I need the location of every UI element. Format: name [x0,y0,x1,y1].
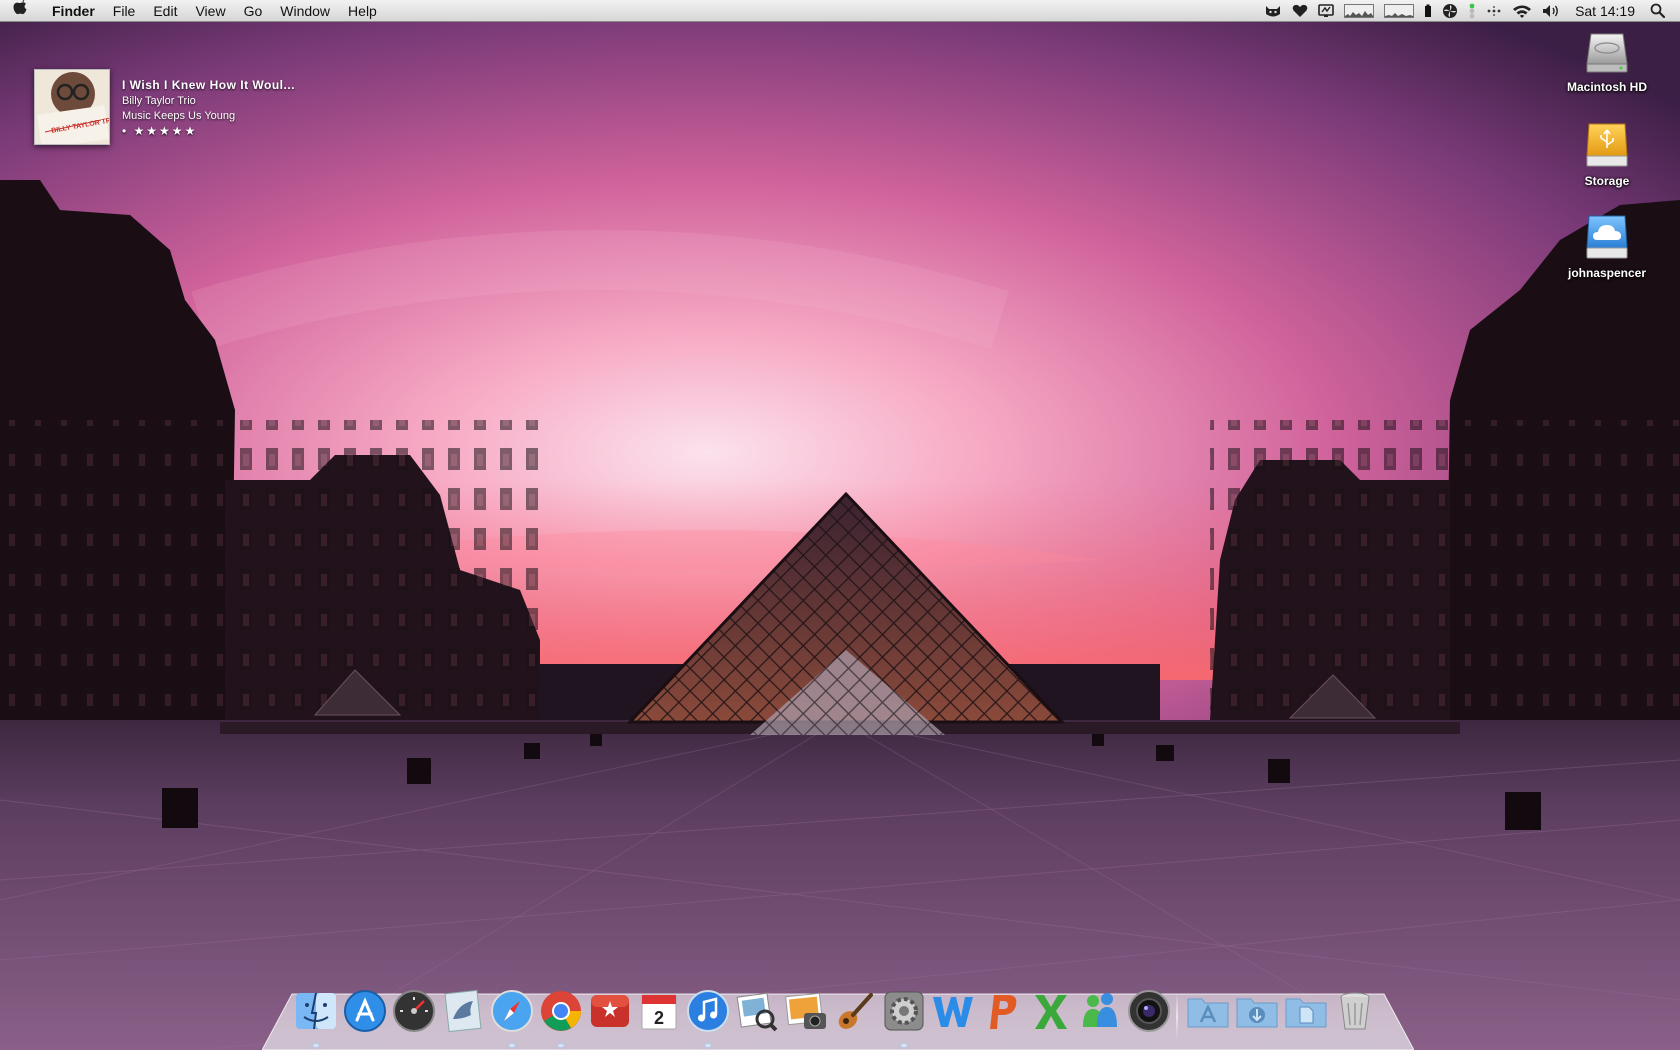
dock-item-preview[interactable] [733,989,780,1041]
itunes-icon [686,990,729,1032]
running-indicator [900,1044,907,1047]
powerpoint-icon [989,995,1016,1029]
battery-icon[interactable] [1424,0,1432,22]
dock-separator [1176,993,1178,1039]
dock-item-twitter[interactable] [439,989,486,1041]
running-indicator [557,1044,564,1047]
usb-drive-icon [1586,123,1628,167]
system-preferences-icon [884,991,923,1031]
dock-item-trash[interactable] [1331,989,1378,1041]
track-rating[interactable]: • ★★★★★ [122,124,295,138]
dock-item-powerpoint[interactable] [978,989,1025,1041]
photo-booth-icon [1127,990,1170,1032]
dock-item-safari[interactable] [488,989,535,1047]
menu-window[interactable]: Window [271,0,339,22]
track-title: I Wish I Knew How It Woul... [122,78,295,92]
menu-edit[interactable]: Edit [144,0,186,22]
dock-stack-downloads[interactable] [1233,989,1280,1041]
menu-go[interactable]: Go [235,0,272,22]
dock-item-chrome[interactable] [537,989,584,1047]
dock-item-app-store[interactable] [341,989,388,1041]
desktop-icon-macintosh-hd[interactable]: Macintosh HD [1557,28,1657,94]
trash-icon [1340,992,1369,1030]
finder-icon [295,992,336,1030]
calendar-icon: 2 [641,994,676,1030]
menu-file[interactable]: File [104,0,145,22]
dock-item-wunderlist[interactable] [586,989,633,1041]
menu-view[interactable]: View [186,0,234,22]
track-album: Music Keeps Us Young [122,110,236,122]
now-playing-info: I Wish I Knew How It Woul... Billy Taylo… [122,78,295,145]
desktop-icon-label: Macintosh HD [1566,80,1647,94]
monitor-icon[interactable] [1318,0,1334,22]
dock-item-photo-booth[interactable] [1125,989,1172,1041]
network-graph-icon[interactable] [1384,0,1415,22]
applications-folder-icon [1187,998,1228,1028]
running-indicator [312,1044,319,1047]
running-indicator [704,1044,711,1047]
menu-dots-icon[interactable] [1486,0,1502,22]
cloud-drive-icon [1586,215,1628,259]
hard-drive-icon [1586,33,1628,73]
status-light-icon[interactable] [1468,0,1476,22]
desktop-wallpaper [0,0,1680,1050]
dock-item-messenger[interactable] [1076,989,1123,1041]
dashboard-icon [392,990,435,1032]
dock-item-itunes[interactable] [684,989,731,1047]
menu-app-finder[interactable]: Finder [40,0,104,22]
dock-item-dashboard[interactable] [390,989,437,1041]
documents-folder-icon [1285,998,1326,1028]
status-area: Sat 14:19 [1259,0,1680,22]
dock: 2 [292,985,1380,1047]
wunderlist-icon [590,995,629,1027]
dock-item-word[interactable] [929,989,976,1041]
iphoto-icon [784,992,826,1029]
garageband-icon [838,993,873,1029]
album-art[interactable]: BILLY TAYLOR TRIO [34,69,110,145]
desktop-icon-storage[interactable]: Storage [1557,120,1657,188]
dock-item-garageband[interactable] [831,989,878,1041]
spotlight-icon[interactable] [1650,0,1665,22]
menu-help[interactable]: Help [339,0,386,22]
preview-icon [736,992,777,1032]
word-icon [932,997,973,1027]
running-indicator [508,1044,515,1047]
menu-bar: Finder File Edit View Go Window Help Sat… [0,0,1680,22]
chrome-icon [540,991,581,1031]
now-playing-widget[interactable]: BILLY TAYLOR TRIO I Wish I Knew How It W… [34,69,295,145]
album-art-image [35,70,109,144]
dock-stack-applications[interactable] [1184,989,1231,1041]
dock-item-iphoto[interactable] [782,989,829,1041]
fan-icon[interactable] [1442,0,1458,22]
desktop-icon-label: johnaspencer [1567,266,1647,280]
heart-icon[interactable] [1292,0,1308,22]
dock-stack-documents[interactable] [1282,989,1329,1041]
app-store-icon [343,990,386,1032]
menu-bar-clock[interactable]: Sat 14:19 [1575,3,1635,19]
track-artist: Billy Taylor Trio [122,95,196,107]
dock-item-finder[interactable] [292,989,339,1047]
desktop-icon-johnaspencer[interactable]: johnaspencer [1557,212,1657,280]
dock-item-excel[interactable] [1027,989,1074,1041]
calendar-day: 2 [653,1008,663,1028]
downloads-folder-icon [1236,998,1277,1028]
safari-icon [490,990,533,1032]
twitter-bird-icon [444,989,481,1033]
cpu-graph-icon[interactable] [1344,0,1375,22]
volume-icon[interactable] [1542,0,1560,22]
apple-menu-icon[interactable] [0,0,40,22]
excel-icon [1034,995,1067,1029]
cat-icon[interactable] [1264,0,1282,22]
desktop-icon-label: Storage [1584,174,1630,188]
wifi-icon[interactable] [1512,0,1532,22]
dock-item-system-preferences[interactable] [880,989,927,1047]
dock-item-calendar[interactable]: 2 [635,989,682,1041]
messenger-icon [1082,993,1117,1027]
